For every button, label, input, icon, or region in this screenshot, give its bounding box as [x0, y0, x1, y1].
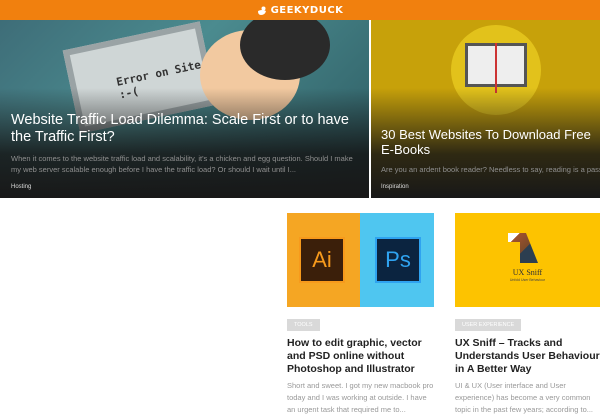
- photoshop-icon: Ps: [375, 237, 421, 283]
- logo-title: UX Sniff: [512, 268, 543, 277]
- post-card[interactable]: Ai Ps Tools How to edit graphic, vector …: [287, 213, 434, 416]
- post-thumbnail[interactable]: UX Sniff Unfold User Behaviour: [455, 213, 600, 307]
- featured-category[interactable]: Hosting: [11, 184, 363, 190]
- duck-logo-icon: [257, 6, 266, 15]
- featured-excerpt: When it comes to the website traffic loa…: [11, 154, 353, 174]
- ux-sniff-logo-icon: [508, 233, 538, 263]
- featured-category[interactable]: Inspiration: [381, 184, 600, 190]
- site-logo[interactable]: GEEKYDUCK: [271, 5, 344, 16]
- post-title[interactable]: How to edit graphic, vector and PSD onli…: [287, 337, 434, 376]
- logo-subtitle: Unfold User Behaviour: [509, 278, 546, 282]
- top-bar: GEEKYDUCK: [0, 0, 600, 20]
- post-tag[interactable]: Tools: [287, 319, 320, 331]
- post-excerpt: UI & UX (User interface and User experie…: [455, 381, 593, 414]
- post-thumbnail[interactable]: Ai Ps: [287, 213, 434, 307]
- featured-post-2[interactable]: 30 Best Websites To Download Free E-Book…: [371, 20, 600, 198]
- featured-post-1[interactable]: Error on Site :-( Website Traffic Load D…: [0, 20, 369, 198]
- featured-excerpt: Are you an ardent book reader? Needless …: [381, 165, 600, 174]
- post-excerpt: Short and sweet. I got my new macbook pr…: [287, 381, 434, 414]
- post-card[interactable]: UX Sniff Unfold User Behaviour User Expe…: [455, 213, 600, 416]
- featured-title[interactable]: Website Traffic Load Dilemma: Scale Firs…: [11, 112, 363, 146]
- post-title[interactable]: UX Sniff – Tracks and Understands User B…: [455, 337, 600, 376]
- illustrator-icon: Ai: [299, 237, 345, 283]
- post-tag[interactable]: User Experience: [455, 319, 522, 331]
- featured-title[interactable]: 30 Best Websites To Download Free E-Book…: [381, 127, 600, 157]
